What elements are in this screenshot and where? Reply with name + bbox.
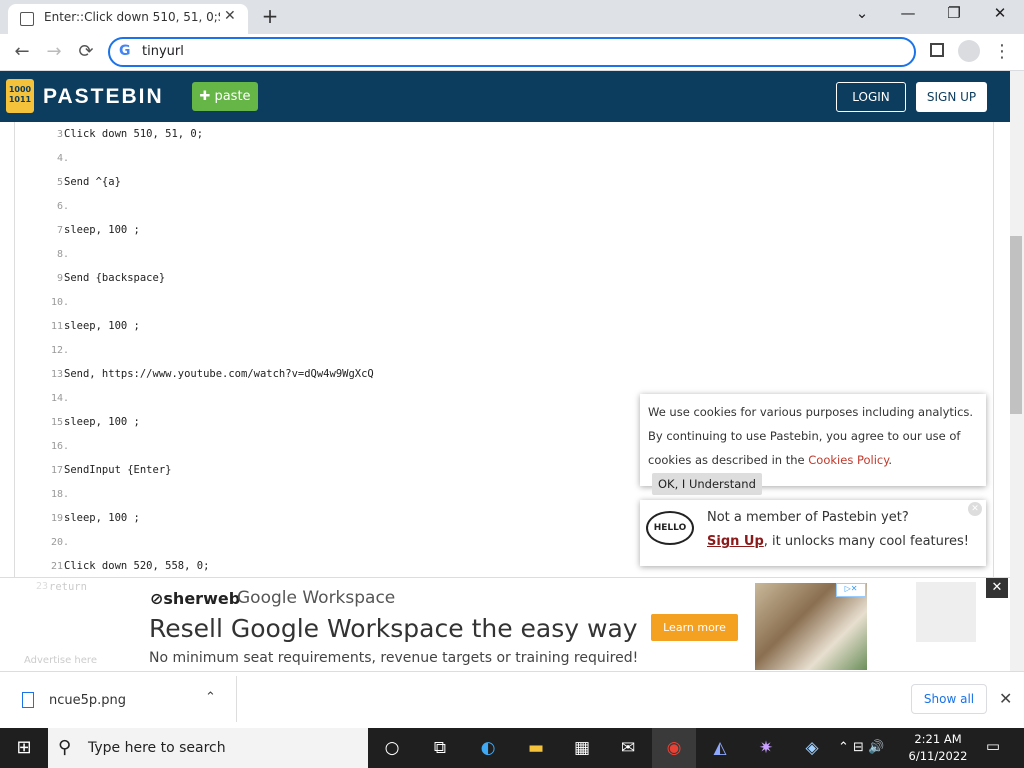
google-workspace-logo: Google Workspace [237, 588, 396, 608]
clock-time: 2:21 AM [914, 732, 962, 746]
downloads-bar: ncue5p.png ⌃ Show all ✕ [0, 671, 1024, 728]
address-bar[interactable]: G tinyurl [108, 37, 916, 67]
page-favicon-icon [20, 12, 34, 26]
task-view-icon[interactable]: ⧉ [418, 728, 462, 768]
ad-banner[interactable]: return 23. Advertise here ⊘sherweb Googl… [0, 577, 1010, 671]
new-tab-button[interactable]: + [258, 4, 282, 28]
code-line: sleep, 100 ; [64, 320, 140, 332]
search-icon: ⚲ [58, 737, 72, 758]
ad-headline: Resell Google Workspace the easy way [149, 614, 638, 643]
system-tray-icons[interactable]: ⌃ ⊟ 🔊 [838, 728, 908, 768]
back-button[interactable]: ← [10, 41, 34, 62]
tab-title: Enter::Click down 510, 51, 0;Send [44, 10, 220, 24]
restore-button[interactable]: ❐ [934, 4, 974, 22]
cookie-ok-button[interactable]: OK, I Understand [652, 473, 762, 495]
chrome-icon[interactable]: ◉ [652, 728, 696, 768]
faded-code-line: return [49, 581, 87, 593]
hello-bubble-icon: HELLO [646, 511, 694, 545]
member-prompt-title: Not a member of Pastebin yet? [707, 510, 909, 525]
tab-search-button[interactable]: ⌄ [842, 4, 882, 22]
line-number: 4. [56, 153, 69, 164]
login-button[interactable]: LOGIN [836, 82, 906, 112]
file-explorer-icon[interactable]: ▬ [514, 728, 558, 768]
menu-button[interactable]: ⋮ [990, 41, 1014, 62]
scroll-top-button[interactable] [916, 582, 976, 642]
chevron-up-icon[interactable]: ⌃ [205, 690, 216, 705]
reload-button[interactable]: ⟳ [74, 41, 98, 62]
windows-taskbar: ⊞ ⚲ Type here to search ○ ⧉ ◐ ▬ ▦ ✉ ◉ ◭ … [0, 728, 1024, 768]
scrollbar-thumb[interactable] [1010, 236, 1022, 414]
edge-icon[interactable]: ◐ [466, 728, 510, 768]
new-paste-button[interactable]: ✚ paste [192, 82, 258, 111]
tab-strip: Enter::Click down 510, 51, 0;Send ✕ + ⌄ … [0, 0, 1024, 34]
signup-button[interactable]: SIGN UP [916, 82, 987, 112]
store-icon[interactable]: ▦ [560, 728, 604, 768]
faded-line-number: 23. [35, 581, 54, 592]
pastebin-logo-text[interactable]: PASTEBIN [43, 85, 164, 109]
member-prompt-line: Sign Up, it unlocks many cool features! [707, 534, 969, 549]
divider [236, 676, 237, 722]
cookies-policy-link[interactable]: Cookies Policy [808, 453, 888, 467]
code-line: sleep, 100 ; [64, 416, 140, 428]
code-line: sleep, 100 ; [64, 512, 140, 524]
downloads-close-icon[interactable]: ✕ [999, 689, 1012, 708]
pastebin-header: 1000 1011 PASTEBIN ✚ paste LOGIN SIGN UP [0, 71, 1010, 122]
minimize-button[interactable]: — [888, 4, 928, 22]
code-line: sleep, 100 ; [64, 224, 140, 236]
code-line: SendInput {Enter} [64, 464, 172, 476]
show-all-button[interactable]: Show all [911, 684, 987, 714]
line-number: 20. [50, 537, 69, 548]
tab-close-icon[interactable]: ✕ [224, 8, 236, 24]
profile-avatar[interactable] [958, 40, 980, 62]
browser-toolbar: ← → ⟳ G tinyurl ⋮ [0, 34, 1024, 71]
side-panel-icon[interactable] [930, 43, 944, 57]
address-input[interactable]: tinyurl [142, 44, 184, 59]
line-number: 16. [50, 441, 69, 452]
forward-button[interactable]: → [42, 41, 66, 62]
member-signup-link[interactable]: Sign Up [707, 534, 764, 549]
app-icon-3[interactable]: ◈ [790, 728, 834, 768]
taskbar-clock[interactable]: 2:21 AM 6/11/2022 [905, 731, 971, 765]
windows-start-icon[interactable]: ⊞ [0, 728, 48, 768]
pastebin-logo-icon[interactable]: 1000 1011 [6, 79, 34, 113]
app-icon-2[interactable]: ✷ [744, 728, 788, 768]
file-icon [22, 692, 34, 708]
logo-icon-text: 1000 1011 [8, 85, 32, 104]
ad-subline: No minimum seat requirements, revenue ta… [149, 650, 639, 666]
google-icon: G [119, 43, 131, 59]
ad-close-button[interactable]: ✕ [986, 578, 1008, 598]
line-number: 12. [50, 345, 69, 356]
line-number: 10. [50, 297, 69, 308]
line-number: 8. [56, 249, 69, 260]
learn-more-button[interactable]: Learn more [651, 614, 738, 641]
code-line: Send {backspace} [64, 272, 166, 284]
line-number: 6. [56, 201, 69, 212]
line-number: 14. [50, 393, 69, 404]
cookie-text-end: . [888, 453, 893, 467]
code-line: Click down 520, 558, 0; [64, 560, 210, 572]
member-prompt-rest: , it unlocks many cool features! [763, 534, 969, 549]
close-window-button[interactable]: ✕ [980, 4, 1020, 22]
line-number: 18. [50, 489, 69, 500]
advertise-link[interactable]: Advertise here [24, 655, 97, 666]
code-line: Send ^{a} [64, 176, 121, 188]
cookie-notice: We use cookies for various purposes incl… [640, 394, 986, 495]
clock-date: 6/11/2022 [908, 749, 968, 763]
mail-icon[interactable]: ✉ [606, 728, 650, 768]
code-line: Click down 510, 51, 0; [64, 128, 204, 140]
browser-tab[interactable]: Enter::Click down 510, 51, 0;Send ✕ [8, 4, 248, 34]
download-file-name[interactable]: ncue5p.png [49, 693, 126, 708]
search-placeholder: Type here to search [88, 740, 226, 756]
taskbar-search[interactable]: ⚲ Type here to search [48, 728, 368, 768]
code-line: Send, https://www.youtube.com/watch?v=dQ… [64, 368, 374, 380]
app-icon-1[interactable]: ◭ [698, 728, 742, 768]
member-prompt: HELLO Not a member of Pastebin yet? Sign… [640, 500, 986, 566]
notifications-icon[interactable]: ▭ [982, 737, 1004, 759]
adchoices-icon[interactable]: ▷✕ [836, 583, 866, 597]
member-close-icon[interactable]: ✕ [968, 502, 982, 516]
cortana-icon[interactable]: ○ [370, 728, 414, 768]
sherweb-logo: ⊘sherweb [150, 589, 241, 608]
